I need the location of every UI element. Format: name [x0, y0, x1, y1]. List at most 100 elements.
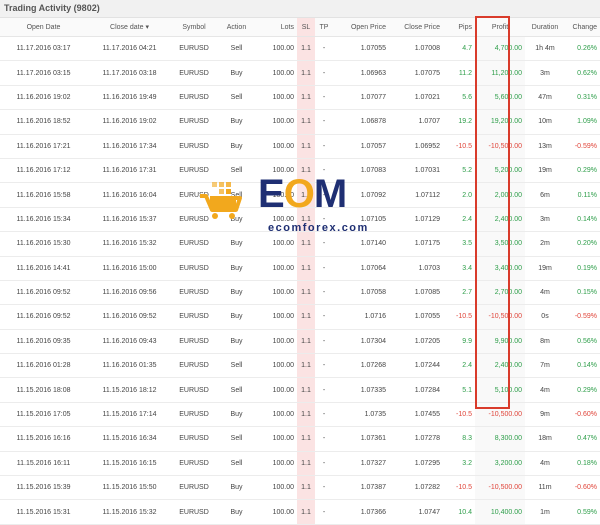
cell-close-date: 11.15.2016 15:50	[87, 475, 172, 501]
table-row[interactable]: 11.16.2016 15:58 11.16.2016 16:04 EURUSD Se…	[0, 182, 600, 208]
table-row[interactable]: 11.16.2016 15:34 11.16.2016 15:37 EURUSD Bu…	[0, 207, 600, 233]
cell-symbol: EURUSD	[172, 60, 216, 86]
col-duration[interactable]: Duration	[525, 18, 565, 37]
table-row[interactable]: 11.15.2016 16:16 11.15.2016 16:34 EURUSD Se…	[0, 426, 600, 452]
cell-change: 0.62%	[565, 60, 600, 86]
cell-duration: 1m	[525, 499, 565, 525]
cell-tp: -	[315, 475, 333, 501]
cell-symbol: EURUSD	[172, 36, 216, 62]
cell-change: 1.09%	[565, 109, 600, 135]
table-row[interactable]: 11.16.2016 15:30 11.16.2016 15:32 EURUSD Bu…	[0, 231, 600, 257]
cell-action: Buy	[216, 280, 257, 306]
cell-close-price: 1.0747	[389, 499, 443, 525]
cell-open-price: 1.06963	[333, 60, 389, 86]
cell-tp: -	[315, 158, 333, 184]
cell-change: -0.60%	[565, 402, 600, 428]
col-close-date[interactable]: Close date ▾	[87, 18, 172, 37]
col-close-price[interactable]: Close Price	[389, 18, 443, 37]
cell-action: Buy	[216, 402, 257, 428]
cell-profit: 11,200.00	[475, 60, 525, 86]
cell-action: Sell	[216, 353, 257, 379]
cell-duration: 0s	[525, 304, 565, 330]
table-row[interactable]: 11.15.2016 18:08 11.15.2016 18:12 EURUSD Se…	[0, 377, 600, 403]
col-open-price[interactable]: Open Price	[333, 18, 389, 37]
cell-pips: 3.5	[443, 231, 475, 257]
panel-header: Trading Activity (9802)	[0, 0, 600, 18]
cell-sl: 1.1	[297, 182, 315, 208]
cell-lots: 100.00	[257, 280, 297, 306]
cell-tp: -	[315, 451, 333, 477]
cell-sl: 1.1	[297, 280, 315, 306]
cell-change: 0.59%	[565, 499, 600, 525]
cell-lots: 100.00	[257, 36, 297, 62]
cell-open-price: 1.07092	[333, 182, 389, 208]
col-lots[interactable]: Lots	[257, 18, 297, 37]
col-sl[interactable]: SL	[297, 18, 315, 37]
cell-close-date: 11.16.2016 15:32	[87, 231, 172, 257]
cell-sl: 1.1	[297, 353, 315, 379]
table-row[interactable]: 11.15.2016 15:39 11.15.2016 15:50 EURUSD Bu…	[0, 475, 600, 501]
col-profit[interactable]: Profit	[475, 18, 525, 37]
col-tp[interactable]: TP	[315, 18, 333, 37]
col-symbol[interactable]: Symbol	[172, 18, 216, 37]
cell-close-date: 11.16.2016 09:56	[87, 280, 172, 306]
cell-duration: 3m	[525, 207, 565, 233]
table-row[interactable]: 11.16.2016 14:41 11.16.2016 15:00 EURUSD Bu…	[0, 256, 600, 281]
table-row[interactable]: 11.17.2016 03:15 11.17.2016 03:18 EURUSD Bu…	[0, 60, 600, 86]
table-row[interactable]: 11.17.2016 03:17 11.17.2016 04:21 EURUSD Se…	[0, 36, 600, 62]
cell-lots: 100.00	[257, 85, 297, 111]
col-open-date[interactable]: Open Date	[0, 18, 87, 37]
cell-symbol: EURUSD	[172, 231, 216, 257]
cell-tp: -	[315, 85, 333, 111]
cell-duration: 4m	[525, 280, 565, 306]
table-row[interactable]: 11.16.2016 17:21 11.16.2016 17:34 EURUSD Bu…	[0, 134, 600, 159]
cell-duration: 1h 4m	[525, 36, 565, 62]
cell-change: 0.31%	[565, 85, 600, 111]
table-row[interactable]: 11.16.2016 09:35 11.16.2016 09:43 EURUSD Bu…	[0, 329, 600, 355]
cell-tp: -	[315, 499, 333, 525]
cell-tp: -	[315, 207, 333, 233]
cell-lots: 100.00	[257, 304, 297, 330]
cell-open-date: 11.16.2016 01:28	[0, 353, 87, 379]
cell-lots: 100.00	[257, 182, 297, 208]
table-row[interactable]: 11.16.2016 18:52 11.16.2016 19:02 EURUSD Bu…	[0, 109, 600, 135]
table-row[interactable]: 11.15.2016 15:31 11.15.2016 15:32 EURUSD Bu…	[0, 499, 600, 525]
cell-close-price: 1.07085	[389, 280, 443, 306]
cell-tp: -	[315, 304, 333, 330]
cell-open-price: 1.0716	[333, 304, 389, 330]
cell-close-price: 1.07282	[389, 475, 443, 501]
cell-open-price: 1.06878	[333, 109, 389, 135]
table-row[interactable]: 11.16.2016 17:12 11.16.2016 17:31 EURUSD Se…	[0, 158, 600, 184]
cell-open-date: 11.15.2016 15:39	[0, 475, 87, 501]
table-row[interactable]: 11.16.2016 09:52 11.16.2016 09:56 EURUSD Bu…	[0, 280, 600, 306]
cell-duration: 13m	[525, 134, 565, 159]
cell-action: Sell	[216, 451, 257, 477]
cell-duration: 9m	[525, 402, 565, 428]
table-row[interactable]: 11.16.2016 01:28 11.16.2016 01:35 EURUSD Se…	[0, 353, 600, 379]
col-change[interactable]: Change	[565, 18, 600, 37]
cell-symbol: EURUSD	[172, 134, 216, 159]
col-action[interactable]: Action	[216, 18, 257, 37]
cell-close-date: 11.16.2016 19:49	[87, 85, 172, 111]
cell-pips: -10.5	[443, 475, 475, 501]
table-row[interactable]: 11.16.2016 19:02 11.16.2016 19:49 EURUSD Se…	[0, 85, 600, 111]
table-row[interactable]: 11.15.2016 16:11 11.15.2016 16:15 EURUSD Se…	[0, 451, 600, 477]
cell-pips: 19.2	[443, 109, 475, 135]
cell-open-date: 11.17.2016 03:15	[0, 60, 87, 86]
cell-change: 0.19%	[565, 256, 600, 281]
cell-lots: 100.00	[257, 134, 297, 159]
cell-open-price: 1.07055	[333, 36, 389, 62]
table-row[interactable]: 11.16.2016 09:52 11.16.2016 09:52 EURUSD Bu…	[0, 304, 600, 330]
table-row[interactable]: 11.15.2016 17:05 11.15.2016 17:14 EURUSD Bu…	[0, 402, 600, 428]
cell-lots: 100.00	[257, 451, 297, 477]
cell-duration: 18m	[525, 426, 565, 452]
col-pips[interactable]: Pips	[443, 18, 475, 37]
cell-sl: 1.1	[297, 451, 315, 477]
cell-lots: 100.00	[257, 158, 297, 184]
cell-open-date: 11.16.2016 15:58	[0, 182, 87, 208]
cell-close-date: 11.17.2016 03:18	[87, 60, 172, 86]
trading-activity-table: Open Date Close date ▾ Symbol Action Lot…	[0, 18, 600, 525]
cell-close-price: 1.07175	[389, 231, 443, 257]
cell-profit: 9,900.00	[475, 329, 525, 355]
cell-change: -0.60%	[565, 475, 600, 501]
